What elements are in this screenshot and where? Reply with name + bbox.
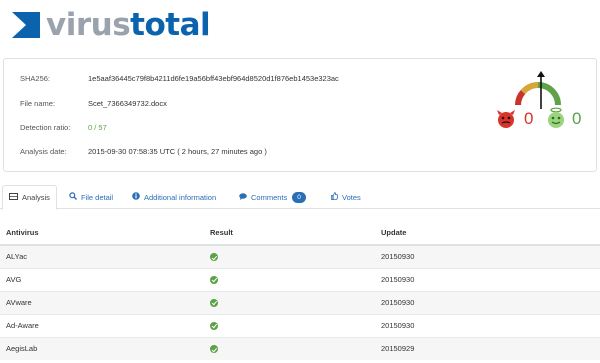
antivirus-name: AVG xyxy=(0,267,204,291)
result-cell xyxy=(204,244,375,268)
virustotal-logo[interactable]: virustotal xyxy=(10,7,211,43)
update-date: 20150930 xyxy=(375,244,600,268)
tab-comments[interactable]: Comments 0 xyxy=(239,185,306,209)
clean-check-icon xyxy=(210,253,218,262)
comment-icon xyxy=(239,192,247,202)
vote-counts: 0 0 xyxy=(495,107,595,131)
header: virustotal xyxy=(0,0,600,56)
filename-label: File name: xyxy=(20,98,56,108)
harmless-votes-count: 0 xyxy=(572,109,582,128)
tab-analysis-label: Analysis xyxy=(22,193,50,202)
file-info-panel: SHA256: 1e5aaf36445c79f8b4211d6fe19a56bf… xyxy=(3,58,597,172)
analysis-date-value: 2015-09-30 07:58:35 UTC ( 2 hours, 27 mi… xyxy=(88,146,267,156)
info-icon xyxy=(132,192,140,202)
analysis-date-label: Analysis date: xyxy=(20,146,67,156)
antivirus-results-table: Antivirus Result Update ALYac 20150930 A… xyxy=(0,221,600,360)
logo-wordmark: virustotal xyxy=(46,7,211,43)
antivirus-name: Ad-Aware xyxy=(0,313,204,337)
column-header-antivirus[interactable]: Antivirus xyxy=(0,221,204,246)
update-date: 20150930 xyxy=(375,267,600,291)
result-cell xyxy=(204,290,375,314)
antivirus-name: ALYac xyxy=(0,244,204,268)
column-header-update[interactable]: Update xyxy=(375,221,600,246)
table-row: AegisLab 20150929 xyxy=(0,336,600,360)
search-icon xyxy=(69,192,77,202)
analysis-date-row: Analysis date: 2015-09-30 07:58:35 UTC (… xyxy=(20,145,267,157)
antivirus-name: AegisLab xyxy=(0,336,204,360)
detection-ratio-label: Detection ratio: xyxy=(20,122,71,132)
clean-check-icon xyxy=(210,322,218,330)
filename-value: Scet_7366349732.docx xyxy=(88,98,167,108)
malicious-votes-count: 0 xyxy=(524,109,534,128)
clean-check-icon xyxy=(210,299,218,307)
result-cell xyxy=(204,336,375,360)
antivirus-name: AVware xyxy=(0,290,204,314)
sha256-row: SHA256: 1e5aaf36445c79f8b4211d6fe19a56bf… xyxy=(20,72,339,84)
tab-additional-information-label: Additional information xyxy=(144,192,217,202)
table-row: ALYac 20150930 xyxy=(0,244,600,268)
update-date: 20150930 xyxy=(375,290,600,314)
table-icon xyxy=(9,193,18,202)
thumbs-up-icon xyxy=(330,192,339,202)
table-row: AVware 20150930 xyxy=(0,290,600,314)
sha256-value: 1e5aaf36445c79f8b4211d6fe19a56bff43ebf96… xyxy=(88,73,339,83)
sha256-label: SHA256: xyxy=(20,73,51,83)
clean-check-icon xyxy=(210,345,218,354)
filename-row: File name: Scet_7366349732.docx xyxy=(20,97,167,109)
tab-analysis[interactable]: Analysis xyxy=(2,185,57,210)
tab-file-detail-label: File detail xyxy=(81,192,114,202)
table-row: Ad-Aware 20150930 xyxy=(0,313,600,337)
result-cell xyxy=(204,313,375,337)
table-row: AVG 20150930 xyxy=(0,267,600,291)
clean-check-icon xyxy=(210,276,218,284)
gauge-needle-tip xyxy=(537,71,545,77)
detection-ratio-value: 0 / 57 xyxy=(88,122,107,132)
tab-additional-information[interactable]: Additional information xyxy=(132,185,216,209)
tab-comments-label: Comments xyxy=(251,192,288,202)
tab-votes[interactable]: Votes xyxy=(330,185,361,209)
virustotal-logo-icon xyxy=(12,12,40,38)
comments-count-badge: 0 xyxy=(292,191,306,203)
analysis-tabs: Analysis File detail Additional informat… xyxy=(0,185,600,210)
table-header-row: Antivirus Result Update xyxy=(0,221,600,246)
devil-face-icon[interactable] xyxy=(495,109,517,129)
detection-ratio-row: Detection ratio: 0 / 57 xyxy=(20,121,107,133)
tab-votes-label: Votes xyxy=(342,192,361,202)
update-date: 20150929 xyxy=(375,336,600,360)
tab-file-detail[interactable]: File detail xyxy=(69,185,113,209)
angel-face-icon[interactable] xyxy=(545,107,567,129)
update-date: 20150930 xyxy=(375,313,600,337)
result-cell xyxy=(204,267,375,291)
column-header-result[interactable]: Result xyxy=(204,221,375,246)
